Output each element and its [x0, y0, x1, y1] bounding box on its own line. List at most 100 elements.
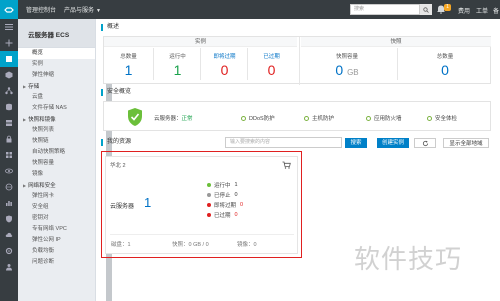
server-icon	[6, 56, 12, 62]
security-item-label: 主机防护	[312, 116, 335, 122]
rail-menu-toggle[interactable]	[0, 19, 18, 35]
side-menu-item[interactable]: 快照链	[18, 136, 95, 147]
shield-check-icon	[128, 108, 142, 126]
refresh-button[interactable]	[414, 138, 436, 148]
check-circle-icon	[304, 115, 309, 121]
rail-ecs[interactable]	[0, 51, 18, 67]
side-menu-item[interactable]: 专有网络 VPC	[18, 224, 95, 235]
rail-item-4[interactable]	[0, 99, 18, 115]
snapshot-stat-number: 0	[441, 62, 449, 78]
rail-item-7[interactable]	[0, 147, 18, 163]
record-link[interactable]: 备	[493, 6, 499, 15]
database-icon	[6, 103, 12, 111]
rail-item-6[interactable]	[0, 131, 18, 147]
check-circle-icon	[427, 115, 432, 121]
security-card: 云服务器：正常 DDoS防护 主机防护 应用防火墙 安全体检	[103, 101, 491, 131]
side-menu-item[interactable]: 密钥对	[18, 213, 95, 224]
cloud-icon	[5, 232, 13, 237]
side-menu-item[interactable]: 弹性公网 IP	[18, 235, 95, 246]
stat-label[interactable]: 即将过期	[200, 52, 249, 60]
check-circle-icon	[241, 115, 246, 121]
check-circle-icon	[366, 115, 371, 121]
rail-item-8[interactable]	[0, 163, 18, 179]
side-menu-item[interactable]: 负载均衡	[18, 246, 95, 257]
aliyun-logo[interactable]	[0, 0, 18, 19]
snapshot-stat-value[interactable]: 0	[398, 63, 492, 77]
stat-value[interactable]: 0	[200, 63, 249, 77]
side-menu-item[interactable]: 弹性网卡	[18, 191, 95, 202]
security-server-status-value: 正常	[181, 116, 193, 122]
resource-search-button[interactable]: 搜索	[345, 138, 367, 148]
gear-icon	[5, 247, 13, 255]
rail-item-3[interactable]	[0, 83, 18, 99]
side-menu-item[interactable]: 安全组	[18, 202, 95, 213]
stat-label[interactable]: 已过期	[247, 52, 296, 60]
resource-search-input[interactable]: 输入要搜索的内容	[225, 137, 342, 148]
security-item-label: 应用防火墙	[374, 116, 402, 122]
chart-icon	[6, 201, 12, 206]
stat-value[interactable]: 1	[104, 63, 153, 77]
rail-item-14[interactable]	[0, 259, 18, 275]
side-menu-item[interactable]: 实例	[18, 59, 95, 70]
security-item-label: 安全体检	[435, 116, 458, 122]
security-item[interactable]: 安全体检	[427, 114, 457, 122]
rail-add[interactable]	[0, 35, 18, 51]
security-section-title: 安全概览	[101, 89, 131, 96]
rail-item-5[interactable]	[0, 115, 18, 131]
resources-section-title: 我的资源	[101, 139, 131, 146]
stat-value[interactable]: 1	[153, 63, 202, 77]
security-item-label: DDoS防护	[249, 116, 275, 122]
snapshot-stat-unit: GB	[347, 68, 359, 77]
caret-right-icon: ▶	[23, 117, 27, 122]
stat-label: 总数量	[120, 54, 137, 60]
security-item[interactable]: 主机防护	[304, 114, 334, 122]
side-menu-item[interactable]: 镜像	[18, 169, 95, 180]
cloud-logo-icon	[4, 6, 14, 13]
side-menu-item[interactable]: 问题诊断	[18, 257, 95, 268]
rail-item-2[interactable]	[0, 67, 18, 83]
caret-right-icon: ▶	[23, 183, 27, 188]
snapshot-stat-value[interactable]: 0 GB	[300, 63, 394, 80]
security-server-label: 云服务器：	[154, 116, 182, 122]
console-link[interactable]: 管理控制台	[26, 5, 56, 14]
products-menu[interactable]: 产品与服务 ▼	[64, 5, 101, 14]
snapshot-header: 快照	[301, 37, 491, 47]
side-menu-item[interactable]: 文件存储 NAS	[18, 103, 95, 114]
top-navigation-bar: 管理控制台 产品与服务 ▼ 搜索 1 费用 工单 备	[0, 0, 500, 19]
overview-card: 实例 快照 总数量 1 运行中 1 即将过期 0 已过期 0 快照容量 0 GB 总数量 0	[103, 36, 492, 85]
global-search-input[interactable]: 搜索	[350, 4, 420, 15]
side-menu-group-label: 网络和安全	[28, 183, 56, 189]
side-menu-group[interactable]: ▶ 存储	[18, 81, 95, 92]
side-menu-item[interactable]: 弹性伸缩	[18, 70, 95, 81]
side-menu-item[interactable]: 概览	[18, 48, 95, 59]
ecs-side-menu: 云服务器 ECS 概览 实例 弹性伸缩 ▶ 存储 云盘 文件存储 NAS ▶ 快照和镜像 快照列表…	[18, 19, 112, 301]
side-menu-item[interactable]: 快照列表	[18, 125, 95, 136]
create-instance-button[interactable]: 创建实例	[377, 138, 409, 148]
security-item[interactable]: DDoS防护	[241, 114, 275, 122]
users-icon	[6, 264, 12, 271]
billing-link[interactable]: 费用	[458, 6, 470, 15]
shield-icon	[6, 215, 12, 223]
network-icon	[5, 87, 13, 95]
rail-item-13[interactable]	[0, 243, 18, 259]
caret-right-icon: ▶	[23, 84, 27, 89]
security-item[interactable]: 应用防火墙	[366, 114, 402, 122]
eye-icon	[5, 168, 13, 174]
side-menu-item[interactable]: 快照容量	[18, 158, 95, 169]
overview-section-title: 概述	[101, 24, 119, 31]
storage-icon	[6, 120, 12, 126]
side-menu-item[interactable]: 云盘	[18, 92, 95, 103]
stat-value[interactable]: 0	[247, 63, 296, 77]
ticket-link[interactable]: 工单	[476, 6, 488, 15]
show-all-regions-button[interactable]: 显示全部地域	[443, 138, 489, 148]
chevron-down-icon: ▼	[96, 8, 101, 14]
side-menu-group-label: 存储	[28, 84, 40, 90]
rail-item-10[interactable]	[0, 195, 18, 211]
side-menu-group[interactable]: ▶ 网络和安全	[18, 180, 95, 191]
side-menu-item[interactable]: 自动快照策略	[18, 147, 95, 158]
rail-item-9[interactable]	[0, 179, 18, 195]
side-menu-group[interactable]: ▶ 快照和镜像	[18, 114, 95, 125]
rail-item-11[interactable]	[0, 211, 18, 227]
rail-item-12[interactable]	[0, 227, 18, 243]
search-button[interactable]	[420, 4, 432, 15]
